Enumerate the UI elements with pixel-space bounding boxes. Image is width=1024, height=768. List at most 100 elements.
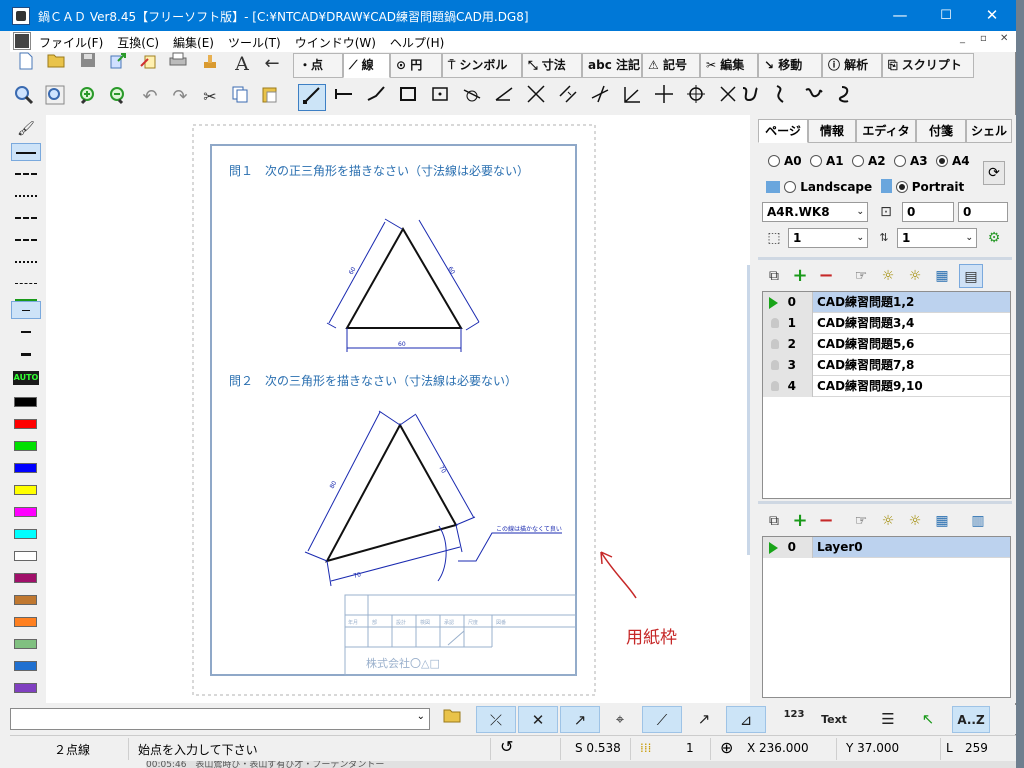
snap-cross-button[interactable]: ✕ <box>518 706 558 733</box>
layer-light-on-icon[interactable]: ☼ <box>876 509 900 533</box>
remove-icon[interactable]: − <box>814 264 838 288</box>
perpendicular-tool[interactable] <box>586 84 614 111</box>
splitter[interactable] <box>747 265 750 555</box>
tab-analysis[interactable]: ⓘ 解析 <box>822 53 882 78</box>
add-page-icon[interactable]: ⧉ <box>762 264 786 288</box>
polyline-tool[interactable] <box>362 84 390 111</box>
add-layer-icon[interactable]: + <box>788 509 812 533</box>
refresh-icon[interactable]: ⟳ <box>983 161 1005 185</box>
lineweight-thin[interactable] <box>11 301 41 319</box>
grid-icon[interactable]: ⁞⁞⁞ <box>640 741 651 755</box>
orient-landscape[interactable]: Landscape <box>784 180 872 194</box>
horizontal-line-tool[interactable] <box>330 84 358 111</box>
layer-stack-icon[interactable]: ☰ <box>874 706 902 733</box>
tab-circle[interactable]: ⊙ 円 <box>390 53 442 78</box>
spline-tool[interactable] <box>736 84 764 111</box>
size-a3[interactable]: A3 <box>894 154 928 168</box>
bezier-tool[interactable] <box>768 84 796 111</box>
az-sort-button[interactable]: A..Z <box>952 706 990 733</box>
color-swatch[interactable] <box>14 507 37 517</box>
crosshair-line-tool[interactable] <box>650 84 678 111</box>
menu-file[interactable]: ファイル(F) <box>32 31 110 54</box>
size-a2[interactable]: A2 <box>852 154 886 168</box>
snap-perp-button[interactable]: ⊿ <box>726 706 766 733</box>
close-button[interactable]: ✕ <box>969 0 1015 31</box>
undo-icon[interactable]: ↶ <box>138 85 162 109</box>
bulb-icon[interactable] <box>771 360 779 370</box>
linetype-dash[interactable] <box>11 165 41 183</box>
mdi-minimize-button[interactable]: _ <box>960 33 965 44</box>
snap-end-button[interactable]: ↗ <box>560 706 600 733</box>
layer-color-icon[interactable]: ▦ <box>930 509 954 533</box>
tab-dimension[interactable]: ⤡ 寸法 <box>522 53 582 78</box>
tab-editor[interactable]: エディタ <box>856 119 916 143</box>
size-a0[interactable]: A0 <box>768 154 802 168</box>
select-layer-icon[interactable]: ☞ <box>849 509 873 533</box>
color-swatch[interactable] <box>14 485 37 495</box>
linetype-double-chain[interactable] <box>11 231 41 249</box>
offset-x-input[interactable]: 0 <box>902 202 954 222</box>
splitter-middle[interactable] <box>758 501 1012 504</box>
layer-row[interactable]: 0 Layer0 <box>763 537 1010 558</box>
add-layer-page-icon[interactable]: ⧉ <box>762 509 786 533</box>
color-swatch[interactable] <box>14 661 37 671</box>
color-grid-icon[interactable]: ▦ <box>930 264 954 288</box>
rectangle-tool[interactable] <box>394 84 422 111</box>
tab-move[interactable]: ↘ 移動 <box>758 53 822 78</box>
angle-tool[interactable] <box>618 84 646 111</box>
snap-arrow-button[interactable]: ↗ <box>690 706 718 733</box>
font-icon[interactable]: A <box>230 52 254 76</box>
snap-line-button[interactable]: ⟋ <box>642 706 682 733</box>
template-select[interactable]: A4R.WK8 ⌄ <box>762 202 868 222</box>
tab-page[interactable]: ページ <box>758 119 808 143</box>
size-a4[interactable]: A4 <box>936 154 970 168</box>
linetype-fine-dot[interactable] <box>11 253 41 271</box>
mdi-close-button[interactable]: ✕ <box>1000 33 1008 44</box>
command-input[interactable]: ⌄ <box>10 708 430 730</box>
tab-annotation[interactable]: abc 注記 <box>582 53 642 78</box>
offset-y-input[interactable]: 0 <box>958 202 1008 222</box>
zoom-fit-icon[interactable] <box>43 85 67 109</box>
linetype-solid[interactable] <box>11 143 41 161</box>
menu-tools[interactable]: ツール(T) <box>221 31 288 54</box>
lineweight-thick[interactable] <box>11 345 41 363</box>
color-swatch[interactable] <box>14 397 37 407</box>
angle-line-tool[interactable] <box>490 84 518 111</box>
drawing-canvas[interactable]: 問１ 次の正三角形を描きなさい（寸法線は必要ない） 60 60 60 問２ 次の… <box>46 115 750 703</box>
color-swatch[interactable] <box>14 441 37 451</box>
tangent-line-tool[interactable] <box>458 84 486 111</box>
bisector-tool[interactable] <box>522 84 550 111</box>
freehand-tool[interactable] <box>800 84 828 111</box>
page-row[interactable]: 2 CAD練習問題5,6 <box>763 334 1010 355</box>
menu-help[interactable]: ヘルプ(H) <box>383 31 451 54</box>
tab-sticky[interactable]: 付箋 <box>916 119 966 143</box>
print-icon[interactable] <box>166 52 190 76</box>
remove-layer-icon[interactable]: − <box>814 509 838 533</box>
center-mark-tool[interactable] <box>682 84 710 111</box>
orient-portrait[interactable]: Portrait <box>895 180 964 194</box>
eyedropper-icon[interactable]: 🖌 <box>14 117 38 141</box>
tab-line[interactable]: ⟋ 線 <box>343 53 390 78</box>
parallel-line-tool[interactable] <box>554 84 582 111</box>
save-icon[interactable] <box>76 52 100 76</box>
page-row[interactable]: 3 CAD練習問題7,8 <box>763 355 1010 376</box>
bulb-icon[interactable] <box>771 381 779 391</box>
color-swatch[interactable] <box>14 419 37 429</box>
layer-film-icon[interactable]: ▥ <box>966 509 990 533</box>
back-arrow-icon[interactable]: ← <box>260 52 284 76</box>
select-page-icon[interactable]: ☞ <box>849 264 873 288</box>
lineweight-medium[interactable] <box>11 323 41 341</box>
color-swatch[interactable] <box>14 617 37 627</box>
bulb-icon[interactable] <box>771 339 779 349</box>
tab-edit[interactable]: ✂ 編集 <box>700 53 758 78</box>
zoom-in-icon[interactable] <box>76 85 100 109</box>
color-swatch[interactable] <box>14 463 37 473</box>
drawing-svg[interactable]: 問１ 次の正三角形を描きなさい（寸法線は必要ない） 60 60 60 問２ 次の… <box>46 115 750 703</box>
color-swatch[interactable] <box>14 639 37 649</box>
zoom-out-icon[interactable] <box>106 85 130 109</box>
current-arrow-icon[interactable] <box>769 542 778 554</box>
numbering-button[interactable]: 123 <box>780 706 808 733</box>
redo-icon[interactable]: ↷ <box>168 85 192 109</box>
open-folder-icon[interactable] <box>44 52 68 76</box>
color-swatch[interactable] <box>14 529 37 539</box>
